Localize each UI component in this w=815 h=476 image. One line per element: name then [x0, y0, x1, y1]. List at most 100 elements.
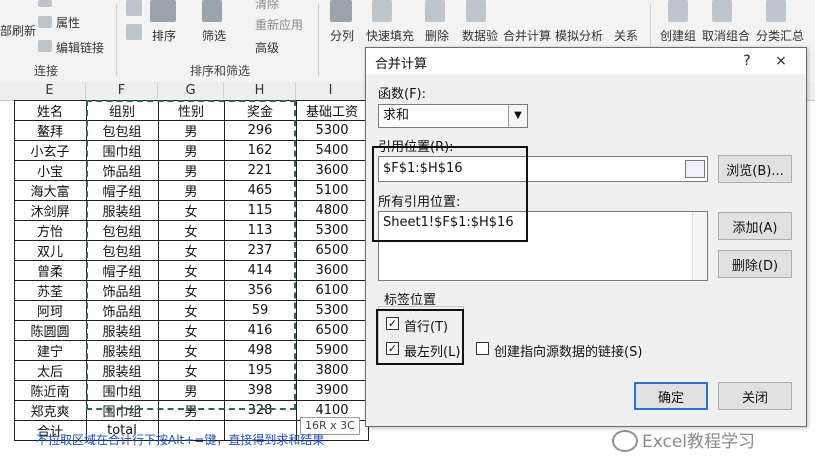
sort-button[interactable]: 排序 [152, 27, 176, 44]
table-cell[interactable]: 围巾组 [85, 140, 159, 161]
properties-button[interactable]: 属性 [56, 14, 80, 31]
table-cell[interactable]: 女 [157, 280, 225, 301]
column-header-g[interactable]: G [158, 82, 224, 100]
table-cell[interactable]: 3900 [295, 380, 369, 401]
table-cell[interactable]: 328 [223, 400, 297, 421]
table-cell[interactable]: 帽子组 [85, 260, 159, 281]
table-cell[interactable]: 姓名 [13, 100, 87, 121]
reference-input[interactable]: $F$1:$H$16 [378, 156, 708, 182]
consolidate-button[interactable]: 合并计算 [503, 27, 551, 44]
table-cell[interactable]: 陈近南 [13, 380, 87, 401]
table-cell[interactable]: 男 [157, 160, 225, 181]
table-cell[interactable]: 海大富 [13, 180, 87, 201]
table-cell[interactable]: 女 [157, 320, 225, 341]
table-cell[interactable]: 4800 [295, 200, 369, 221]
remove-duplicates-button[interactable]: 删除 [425, 27, 449, 44]
table-cell[interactable]: 414 [223, 260, 297, 281]
table-cell[interactable]: 女 [157, 220, 225, 241]
top-row-checkbox[interactable]: ✓ [386, 317, 399, 330]
table-cell[interactable]: 性别 [157, 100, 225, 121]
table-cell[interactable]: 3600 [295, 260, 369, 281]
subtotal-button[interactable]: 分类汇总 [756, 27, 804, 44]
table-cell[interactable]: 包包组 [85, 120, 159, 141]
table-cell[interactable]: 5100 [295, 180, 369, 201]
table-cell[interactable]: 195 [223, 360, 297, 381]
table-cell[interactable]: 小玄子 [13, 140, 87, 161]
table-cell[interactable]: 组别 [85, 100, 159, 121]
table-cell[interactable]: 221 [223, 160, 297, 181]
flash-fill-button[interactable]: 快速填充 [366, 27, 414, 44]
table-cell[interactable]: 双儿 [13, 240, 87, 261]
table-cell[interactable]: 5300 [295, 300, 369, 321]
table-cell[interactable]: 女 [157, 260, 225, 281]
table-cell[interactable]: 围巾组 [85, 400, 159, 421]
table-cell[interactable]: 498 [223, 340, 297, 361]
table-cell[interactable]: 465 [223, 180, 297, 201]
table-cell[interactable]: 5300 [295, 220, 369, 241]
table-cell[interactable]: 6100 [295, 280, 369, 301]
list-scrollbar[interactable] [692, 212, 707, 280]
table-cell[interactable]: 苏荃 [13, 280, 87, 301]
table-cell[interactable]: 女 [157, 200, 225, 221]
text-to-columns-button[interactable]: 分列 [330, 27, 354, 44]
table-cell[interactable]: 服装组 [85, 320, 159, 341]
table-cell[interactable]: 饰品组 [85, 160, 159, 181]
table-cell[interactable]: 饰品组 [85, 280, 159, 301]
table-cell[interactable]: 女 [157, 240, 225, 261]
column-header-i[interactable]: I [296, 82, 366, 100]
table-cell[interactable]: 男 [157, 140, 225, 161]
table-cell[interactable]: 陈圆圆 [13, 320, 87, 341]
table-cell[interactable]: 5300 [295, 120, 369, 141]
table-cell[interactable]: 曾柔 [13, 260, 87, 281]
help-button[interactable]: ? [736, 51, 758, 71]
table-cell[interactable]: 113 [223, 220, 297, 241]
table-cell[interactable]: 太后 [13, 360, 87, 381]
table-cell[interactable]: 服装组 [85, 360, 159, 381]
table-cell[interactable]: 服装组 [85, 200, 159, 221]
table-cell[interactable]: 郑克爽 [13, 400, 87, 421]
table-cell[interactable]: 296 [223, 120, 297, 141]
filter-button[interactable]: 筛选 [202, 27, 226, 44]
collapse-dialog-icon[interactable] [685, 160, 705, 178]
column-header-h[interactable]: H [224, 82, 296, 100]
close-button[interactable]: 关闭 [718, 382, 792, 410]
table-cell[interactable]: 237 [223, 240, 297, 261]
edit-links-button[interactable]: 编辑链接 [56, 39, 104, 56]
ok-button[interactable]: 确定 [634, 382, 708, 410]
left-column-label[interactable]: 最左列(L) [404, 341, 460, 360]
group-button[interactable]: 创建组 [660, 27, 696, 44]
chevron-down-icon[interactable]: ▼ [508, 105, 527, 127]
table-cell[interactable]: 包包组 [85, 220, 159, 241]
table-cell[interactable]: 3600 [295, 160, 369, 181]
table-cell[interactable]: 帽子组 [85, 180, 159, 201]
browse-button[interactable]: 浏览(B)... [718, 155, 792, 183]
table-cell[interactable]: 包包组 [85, 240, 159, 261]
table-cell[interactable]: 基础工资 [295, 100, 369, 121]
table-cell[interactable]: 女 [157, 300, 225, 321]
table-cell[interactable]: 6500 [295, 240, 369, 261]
table-cell[interactable]: 围巾组 [85, 380, 159, 401]
ungroup-button[interactable]: 取消组合 [702, 27, 750, 44]
table-cell[interactable]: 男 [157, 120, 225, 141]
data-validation-button[interactable]: 数据验 [462, 27, 498, 44]
column-header-f[interactable]: F [86, 82, 158, 100]
table-cell[interactable]: 女 [157, 340, 225, 361]
create-links-checkbox[interactable] [476, 342, 489, 355]
table-cell[interactable]: 饰品组 [85, 300, 159, 321]
table-cell[interactable]: 男 [157, 180, 225, 201]
table-cell[interactable]: 356 [223, 280, 297, 301]
table-cell[interactable]: 沐剑屏 [13, 200, 87, 221]
table-cell[interactable]: 服装组 [85, 340, 159, 361]
advanced-button[interactable]: 高级 [255, 39, 279, 56]
table-cell[interactable]: 162 [223, 140, 297, 161]
clear-button[interactable]: 清除 [255, 0, 279, 12]
create-links-label[interactable]: 创建指向源数据的链接(S) [494, 341, 642, 360]
table-cell[interactable]: 59 [223, 300, 297, 321]
all-references-list[interactable]: Sheet1!$F$1:$H$16 [378, 211, 708, 281]
reference-list-item[interactable]: Sheet1!$F$1:$H$16 [383, 215, 703, 230]
table-cell[interactable]: 3800 [295, 360, 369, 381]
function-select[interactable]: 求和 ▼ [378, 104, 528, 128]
column-header-e[interactable]: E [14, 82, 86, 100]
reapply-button[interactable]: 重新应用 [255, 16, 303, 33]
table-cell[interactable]: 鳌拜 [13, 120, 87, 141]
